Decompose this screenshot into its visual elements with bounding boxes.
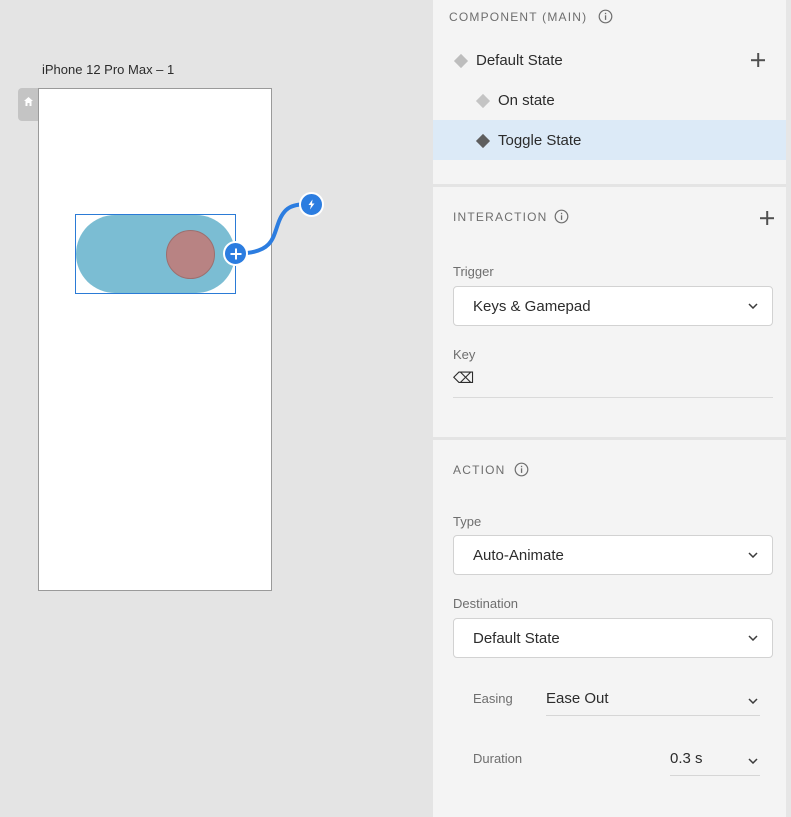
chevron-down-icon [748,635,758,641]
duration-value: 0.3 s [670,750,703,767]
key-value[interactable]: ⌫ [453,369,474,387]
destination-label: Destination [453,596,519,611]
easing-dropdown[interactable]: Ease Out [546,686,760,716]
info-icon[interactable] [554,209,569,224]
state-label: Default State [476,52,563,69]
state-row-toggle[interactable]: Toggle State [433,120,786,160]
easing-value: Ease Out [546,690,609,707]
key-field-underline [453,397,773,398]
type-value: Auto-Animate [473,547,564,564]
state-row-default[interactable]: Default State [433,40,786,80]
state-label: On state [498,92,555,109]
trigger-dropdown[interactable]: Keys & Gamepad [453,286,773,326]
panel-scrollbar[interactable] [786,0,791,817]
type-label: Type [453,514,482,529]
chevron-down-icon [748,552,758,558]
action-type-dropdown[interactable]: Auto-Animate [453,535,773,575]
info-icon[interactable] [598,9,613,24]
section-divider [433,437,786,440]
trigger-label: Trigger [453,264,494,279]
add-interaction-handle[interactable] [223,241,248,266]
property-inspector-panel: COMPONENT (MAIN) Default State On state … [433,0,786,817]
duration-label: Duration [473,751,523,766]
interaction-trigger-handle[interactable] [299,192,324,217]
design-canvas[interactable]: iPhone 12 Pro Max – 1 [0,0,433,817]
key-label: Key [453,347,476,362]
chevron-down-icon [748,758,758,764]
add-interaction-button[interactable] [760,211,774,225]
interaction-section-title: INTERACTION [453,210,548,224]
destination-dropdown[interactable]: Default State [453,618,773,658]
chevron-down-icon [748,303,758,309]
section-divider [433,184,786,187]
easing-label: Easing [473,691,513,706]
state-diamond-icon [475,133,491,149]
state-label: Toggle State [498,132,582,149]
info-icon[interactable] [514,462,529,477]
add-state-button[interactable] [751,53,765,67]
destination-value: Default State [473,630,560,647]
action-section-title: ACTION [453,463,506,477]
duration-dropdown[interactable]: 0.3 s [670,746,760,776]
chevron-down-icon [748,698,758,704]
trigger-value: Keys & Gamepad [473,298,591,315]
lightning-bolt-icon [308,199,315,210]
state-diamond-icon [453,53,469,69]
state-row-on[interactable]: On state [433,80,786,120]
component-section-title: COMPONENT (MAIN) [449,10,588,24]
prototype-wire[interactable] [0,0,433,817]
state-diamond-icon [475,93,491,109]
